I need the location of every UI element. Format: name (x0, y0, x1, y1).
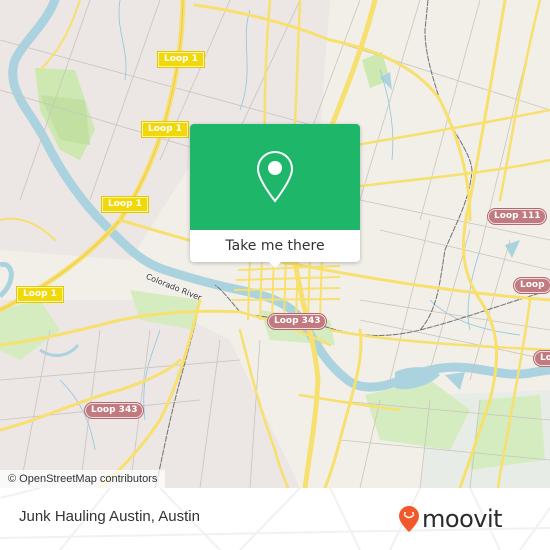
road-shield-loop: Loop (514, 278, 550, 293)
moovit-pin-smile-icon (399, 506, 419, 532)
popup-pointer (267, 260, 283, 268)
road-shield-loop-1: Loop 1 (102, 197, 148, 212)
road-shield-loop-1: Loop 1 (142, 122, 188, 137)
location-pin-icon (256, 150, 294, 203)
place-name: Junk Hauling Austin, Austin (19, 508, 200, 525)
popup-header (190, 124, 360, 230)
road-shield-loop-343: Loop 343 (85, 403, 144, 418)
moovit-logo[interactable]: moovit (398, 502, 503, 536)
location-popup[interactable]: Take me there (190, 124, 360, 268)
road-shield-loop-111: Loop 111 (488, 209, 547, 224)
take-me-there-button[interactable]: Take me there (190, 230, 360, 262)
road-shield-loop-1: Loop 1 (158, 52, 204, 67)
road-shield-loop-1: Loop 1 (17, 287, 63, 302)
road-shield-loop-343: Loop 343 (268, 314, 327, 329)
moovit-wordmark: moovit (422, 505, 503, 533)
footer: Junk Hauling Austin, Austin moovit (0, 488, 550, 550)
map-attribution[interactable]: © OpenStreetMap contributors (0, 470, 166, 488)
road-shield-loop: Lo (534, 351, 550, 366)
map-view[interactable]: Loop 1 Loop 1 Loop 1 Loop 1 Loop 111 Loo… (0, 0, 550, 488)
